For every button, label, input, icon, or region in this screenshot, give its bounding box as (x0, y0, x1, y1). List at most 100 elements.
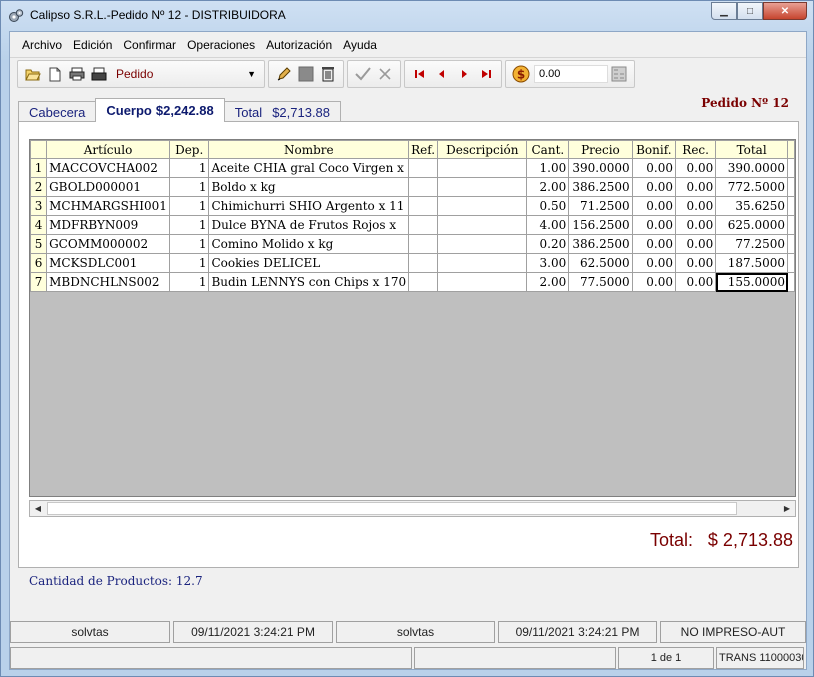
cell-nombre[interactable]: Aceite CHIA gral Coco Virgen x (208, 158, 410, 178)
items-grid[interactable]: Artículo Dep. Nombre Ref. Descripción Ca… (29, 139, 796, 497)
close-button[interactable]: ✕ (763, 2, 807, 20)
cell-rec[interactable]: 0.00 (674, 272, 717, 292)
cell-total[interactable]: 77.2500 (715, 234, 788, 254)
column-header-total[interactable]: Total (715, 140, 788, 159)
menu-ayuda[interactable]: Ayuda (337, 38, 382, 52)
calculator-icon[interactable] (609, 64, 629, 84)
cell-cant[interactable]: 2.00 (526, 272, 570, 292)
cell-precio[interactable]: 386.2500 (568, 177, 633, 197)
cell-descripcion[interactable] (437, 253, 528, 273)
check-icon[interactable] (353, 64, 373, 84)
cell-articulo[interactable]: MBDNCHLNS002 (46, 272, 170, 292)
table-row[interactable]: 6 MCKSDLC001 1 Cookies DELICEL 3.00 62.5… (30, 253, 795, 273)
open-folder-icon[interactable] (23, 64, 43, 84)
document-type-select[interactable]: Pedido ▼ (112, 64, 260, 84)
cell-ref[interactable] (408, 158, 439, 178)
cell-articulo[interactable]: GBOLD000001 (46, 177, 170, 197)
previous-record-icon[interactable] (432, 64, 452, 84)
tab-cabecera[interactable]: Cabecera (18, 101, 97, 122)
table-row[interactable]: 7 MBDNCHLNS002 1 Budin LENNYS con Chips … (30, 272, 795, 292)
cell-ref[interactable] (408, 234, 439, 254)
column-header-ref[interactable]: Ref. (408, 140, 439, 159)
cell-total[interactable]: 187.5000 (715, 253, 788, 273)
cell-bonif[interactable]: 0.00 (631, 272, 676, 292)
cell-total[interactable]: 625.0000 (715, 215, 788, 235)
cell-rec[interactable]: 0.00 (674, 234, 717, 254)
scroll-left-icon[interactable]: ◀ (30, 501, 46, 516)
cell-rec[interactable]: 0.00 (674, 177, 717, 197)
cell-ref[interactable] (408, 177, 439, 197)
cell-cant[interactable]: 1.00 (526, 158, 570, 178)
cell-descripcion[interactable] (437, 234, 528, 254)
minimize-button[interactable]: ▁ (711, 2, 737, 20)
cancel-x-icon[interactable] (375, 64, 395, 84)
menu-confirmar[interactable]: Confirmar (117, 38, 181, 52)
cell-bonif[interactable]: 0.00 (631, 234, 676, 254)
menu-archivo[interactable]: Archivo (16, 38, 67, 52)
cell-ref[interactable] (408, 272, 439, 292)
printer-icon[interactable] (89, 64, 109, 84)
currency-icon[interactable]: $ (511, 64, 531, 84)
cell-dep[interactable]: 1 (168, 253, 210, 273)
cell-cant[interactable]: 0.50 (526, 196, 570, 216)
menu-edicion[interactable]: Edición (67, 38, 117, 52)
cell-dep[interactable]: 1 (168, 196, 210, 216)
table-row[interactable]: 1 MACCOVCHA002 1 Aceite CHIA gral Coco V… (30, 158, 795, 178)
cell-nombre[interactable]: Cookies DELICEL (208, 253, 410, 273)
amount-field[interactable]: 0.00 (534, 65, 608, 83)
column-header-nombre[interactable]: Nombre (208, 140, 410, 159)
cell-nombre[interactable]: Boldo x kg (208, 177, 410, 197)
cell-total[interactable]: 772.5000 (715, 177, 788, 197)
cell-cant[interactable]: 0.20 (526, 234, 570, 254)
cell-total[interactable]: 390.0000 (715, 158, 788, 178)
cell-descripcion[interactable] (437, 177, 528, 197)
table-row[interactable]: 5 GCOMM000002 1 Comino Molido x kg 0.20 … (30, 234, 795, 254)
cell-precio[interactable]: 71.2500 (568, 196, 633, 216)
trash-icon[interactable] (318, 64, 338, 84)
cell-nombre[interactable]: Chimichurri SHIO Argento x 11 (208, 196, 410, 216)
cell-precio[interactable]: 77.5000 (568, 272, 633, 292)
cell-rec[interactable]: 0.00 (674, 253, 717, 273)
maximize-button[interactable]: □ (737, 2, 763, 20)
cell-bonif[interactable]: 0.00 (631, 158, 676, 178)
tab-total[interactable]: Total $2,713.88 (223, 101, 342, 122)
cell-ref[interactable] (408, 253, 439, 273)
cell-precio[interactable]: 62.5000 (568, 253, 633, 273)
new-document-icon[interactable] (45, 64, 65, 84)
cell-total[interactable]: 155.0000 (715, 272, 788, 292)
cell-articulo[interactable]: MCHMARGSHI001 (46, 196, 170, 216)
cell-cant[interactable]: 3.00 (526, 253, 570, 273)
cell-articulo[interactable]: GCOMM000002 (46, 234, 170, 254)
cell-dep[interactable]: 1 (168, 272, 210, 292)
table-row[interactable]: 4 MDFRBYN009 1 Dulce BYNA de Frutos Rojo… (30, 215, 795, 235)
column-header-bonif[interactable]: Bonif. (631, 140, 676, 159)
cell-rec[interactable]: 0.00 (674, 215, 717, 235)
cell-descripcion[interactable] (437, 272, 528, 292)
column-header-articulo[interactable]: Artículo (46, 140, 170, 159)
cell-dep[interactable]: 1 (168, 177, 210, 197)
column-header-descripcion[interactable]: Descripción (437, 140, 528, 159)
stop-icon[interactable] (296, 64, 316, 84)
edit-pencil-icon[interactable] (274, 64, 294, 84)
cell-rec[interactable]: 0.00 (674, 196, 717, 216)
cell-precio[interactable]: 156.2500 (568, 215, 633, 235)
cell-dep[interactable]: 1 (168, 234, 210, 254)
cell-dep[interactable]: 1 (168, 158, 210, 178)
table-row[interactable]: 2 GBOLD000001 1 Boldo x kg 2.00 386.2500… (30, 177, 795, 197)
cell-ref[interactable] (408, 196, 439, 216)
cell-bonif[interactable]: 0.00 (631, 253, 676, 273)
cell-nombre[interactable]: Budin LENNYS con Chips x 170 (208, 272, 410, 292)
cell-precio[interactable]: 390.0000 (568, 158, 633, 178)
cell-articulo[interactable]: MDFRBYN009 (46, 215, 170, 235)
scroll-right-icon[interactable]: ▶ (779, 501, 795, 516)
print-icon[interactable] (67, 64, 87, 84)
cell-cant[interactable]: 2.00 (526, 177, 570, 197)
cell-bonif[interactable]: 0.00 (631, 196, 676, 216)
title-bar[interactable]: Calipso S.R.L.-Pedido Nº 12 - DISTRIBUID… (1, 1, 813, 29)
column-header-cant[interactable]: Cant. (526, 140, 570, 159)
cell-descripcion[interactable] (437, 158, 528, 178)
next-record-icon[interactable] (454, 64, 474, 84)
cell-bonif[interactable]: 0.00 (631, 215, 676, 235)
tab-cuerpo[interactable]: Cuerpo $2,242.88 (95, 98, 225, 122)
first-record-icon[interactable] (410, 64, 430, 84)
